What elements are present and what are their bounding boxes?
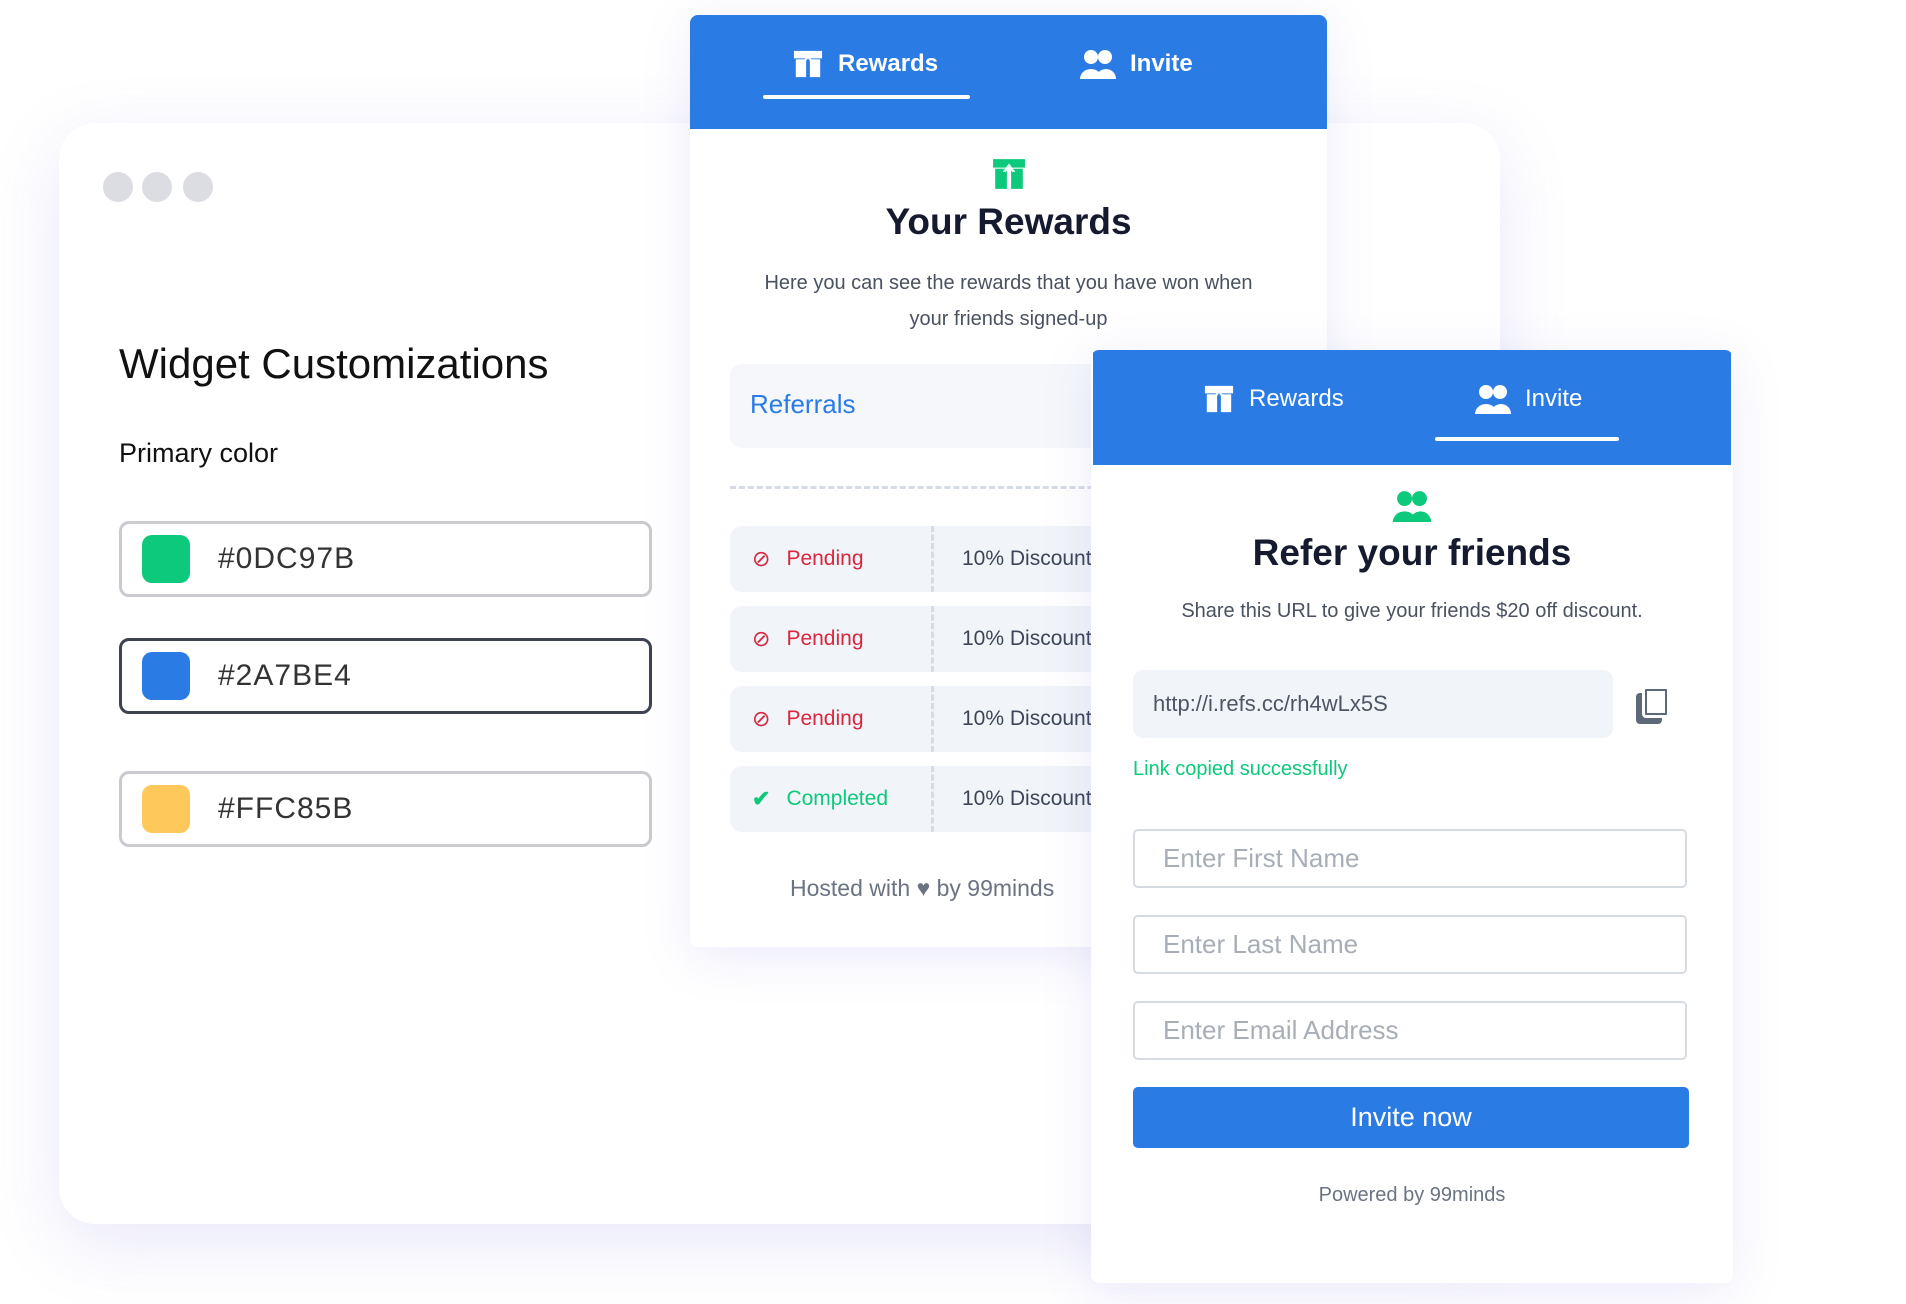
tab-invite[interactable]: Invite [1080,49,1193,79]
status: Pending [786,707,864,730]
hosted-footer: Hosted with ♥ by 99minds [790,875,1054,902]
color-swatch [142,785,190,833]
tab-rewards[interactable]: Rewards [792,49,938,79]
rewards-title: Your Rewards [885,201,1132,242]
check-icon: ✔ [752,786,771,811]
invite-widget: Rewards Invite Refer your friends Share … [1091,350,1733,1283]
window-dot [103,172,133,202]
gift-icon [1203,384,1235,414]
footer-text: by 99minds [936,875,1055,901]
tab-rewards[interactable]: Rewards [1203,384,1344,414]
reward: 10% Discount [962,627,1092,650]
referrals-label: Referrals [750,389,856,419]
first-name-input[interactable]: Enter First Name [1133,829,1687,888]
reward: 10% Discount [962,787,1092,810]
color-option-yellow[interactable]: #FFC85B [119,771,652,847]
tab-label: Rewards [1249,385,1344,412]
gift-icon [989,157,1029,191]
window-dot [183,172,213,202]
color-hex: #0DC97B [218,542,356,575]
status: Completed [786,787,888,810]
last-name-input[interactable]: Enter Last Name [1133,915,1687,974]
tab-invite[interactable]: Invite [1475,384,1582,414]
primary-color-label: Primary color [119,438,279,468]
customizer-title: Widget Customizations [119,340,549,387]
copy-success-message: Link copied successfully [1133,758,1348,780]
copy-icon[interactable] [1636,686,1670,724]
reward: 10% Discount [962,547,1092,570]
gift-icon [792,49,824,79]
reward: 10% Discount [962,707,1092,730]
users-icon [1475,384,1511,414]
rewards-desc-1: Here you can see the rewards that you ha… [764,272,1253,294]
status: Pending [786,627,864,650]
footer-text: Hosted with [790,875,911,901]
color-hex: #FFC85B [218,792,354,825]
powered-footer: Powered by 99minds [1318,1184,1506,1206]
active-tab-indicator [763,95,970,99]
rewards-desc-2: your friends signed-up [909,308,1108,330]
status: Pending [786,547,864,570]
email-input[interactable]: Enter Email Address [1133,1001,1687,1060]
referral-url-field[interactable]: http://i.refs.cc/rh4wLx5S [1133,670,1613,738]
active-tab-indicator [1435,437,1619,441]
blocked-icon: ⊘ [752,706,771,731]
tab-label: Invite [1130,50,1193,77]
color-swatch [142,535,190,583]
color-hex: #2A7BE4 [218,659,352,692]
tab-label: Rewards [838,50,939,77]
users-icon [1392,490,1432,522]
invite-title: Refer your friends [1252,532,1572,573]
blocked-icon: ⊘ [752,626,771,651]
tab-label: Invite [1525,385,1583,412]
widget-header: Rewards Invite [690,15,1327,129]
invite-desc: Share this URL to give your friends $20 … [1181,600,1643,622]
color-swatch [142,652,190,700]
heart-icon: ♥ [916,875,931,901]
widget-header: Rewards Invite [1093,350,1731,465]
color-option-green[interactable]: #0DC97B [119,521,652,597]
color-option-blue[interactable]: #2A7BE4 [119,638,652,714]
invite-now-button[interactable]: Invite now [1133,1087,1689,1148]
blocked-icon: ⊘ [752,546,771,571]
users-icon [1080,49,1116,79]
window-dot [142,172,172,202]
